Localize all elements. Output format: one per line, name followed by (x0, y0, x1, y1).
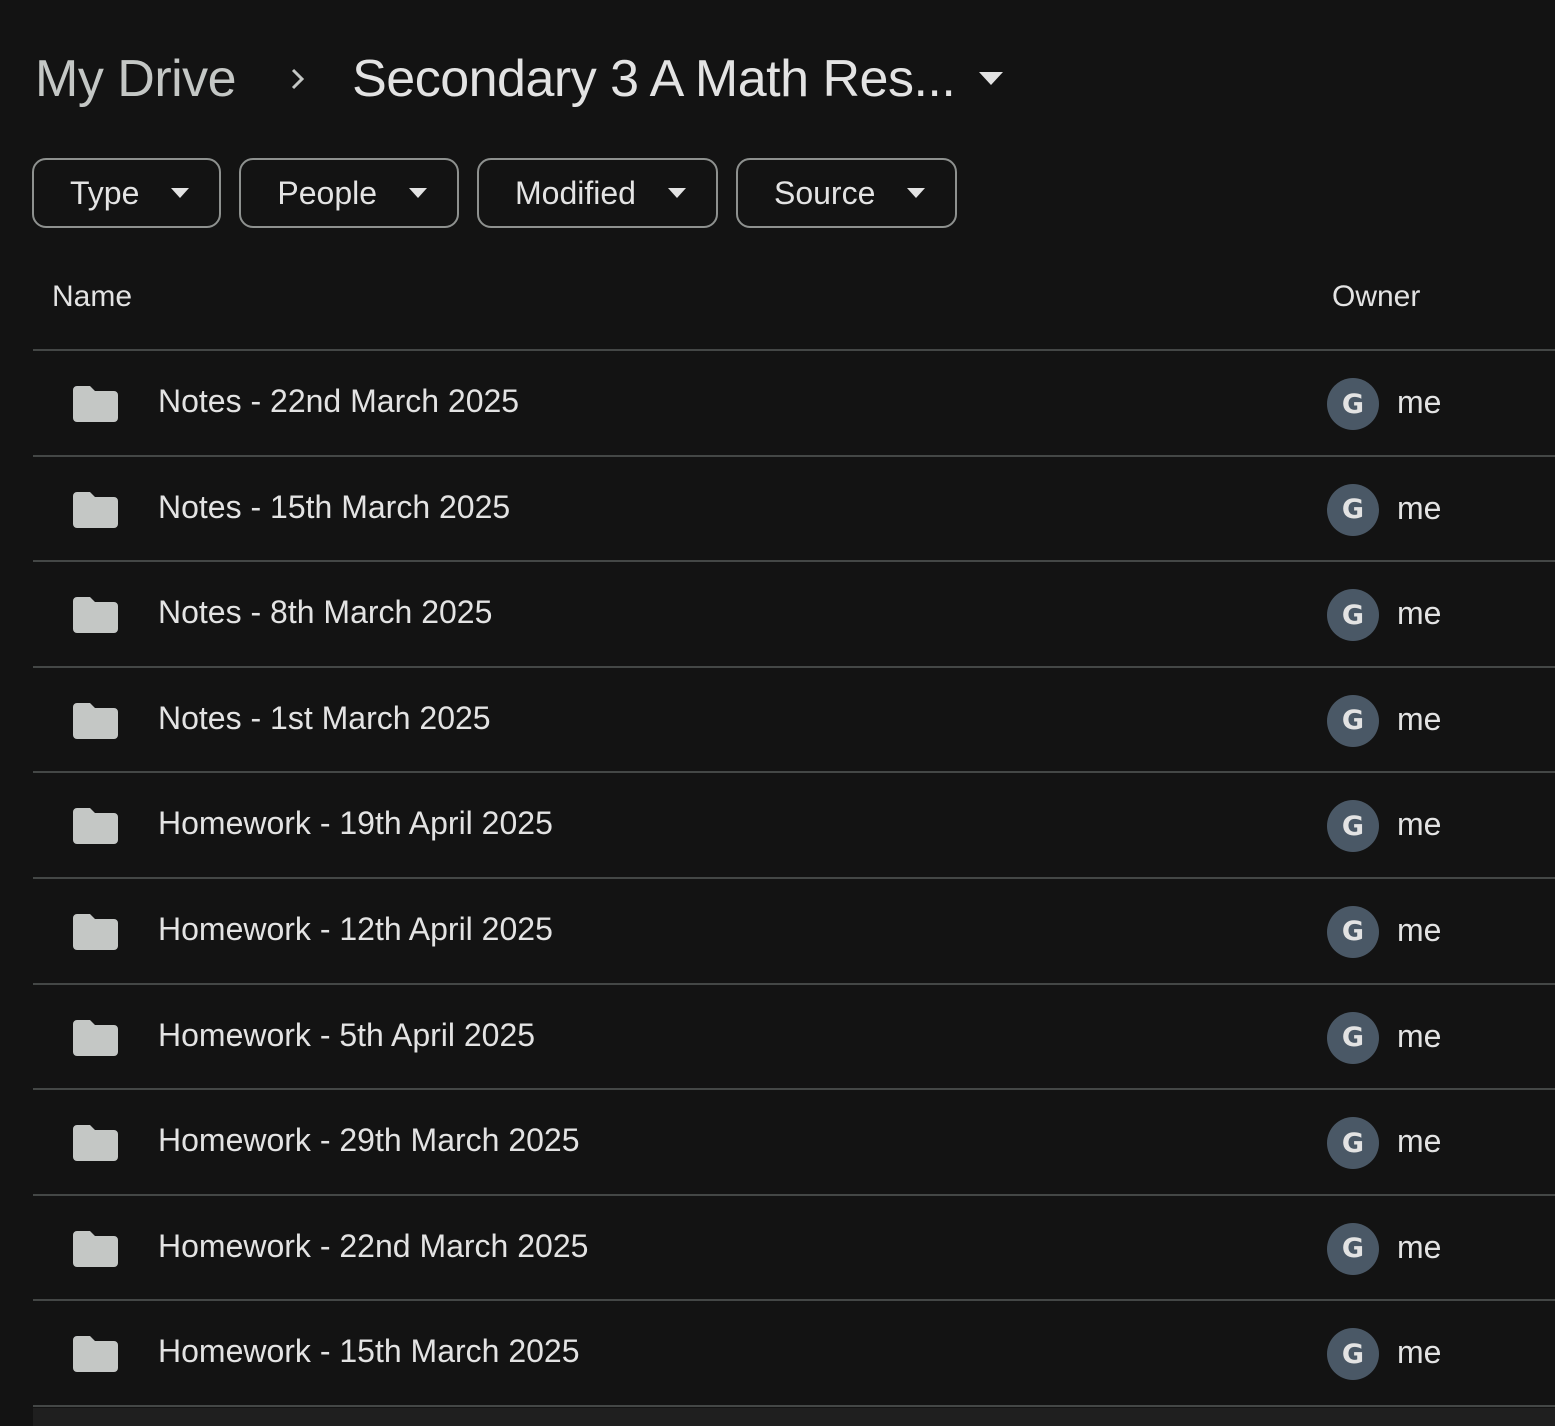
folder-icon (73, 1230, 118, 1267)
file-list-header: Name Owner (33, 262, 1555, 351)
owner-name: me (1397, 1017, 1442, 1054)
avatar: G (1327, 1117, 1379, 1170)
breadcrumb-current-folder[interactable]: Secondary 3 A Math Res... (352, 49, 1007, 109)
file-name: Homework - 22nd March 2025 (158, 1227, 589, 1264)
filter-chip-people[interactable]: People (239, 158, 460, 228)
file-list: Notes - 22nd March 2025 G me Notes - 15t… (33, 351, 1555, 1407)
owner-name: me (1397, 489, 1442, 526)
file-name: Homework - 19th April 2025 (158, 805, 553, 842)
owner-name: me (1397, 1228, 1442, 1265)
table-row[interactable]: Notes - 15th March 2025 G me (33, 457, 1555, 563)
owner-name: me (1397, 1334, 1442, 1371)
avatar: G (1327, 1328, 1379, 1381)
avatar-letter: G (1341, 599, 1365, 631)
owner-name: me (1397, 700, 1442, 737)
file-name: Notes - 22nd March 2025 (158, 383, 520, 419)
file-name: Notes - 15th March 2025 (158, 488, 511, 525)
avatar-letter: G (1341, 1022, 1365, 1054)
filter-chip-type[interactable]: Type (32, 158, 222, 228)
owner-name: me (1397, 384, 1442, 420)
avatar-letter: G (1341, 494, 1365, 526)
avatar-letter: G (1341, 916, 1365, 948)
drive-folder-view: My Drive Secondary 3 A Math Res... Type … (0, 0, 1555, 1426)
folder-icon (73, 597, 118, 634)
avatar: G (1327, 800, 1379, 853)
avatar: G (1327, 483, 1379, 536)
avatar-letter: G (1341, 1338, 1365, 1370)
avatar: G (1327, 1011, 1379, 1064)
caret-down-icon (979, 72, 1004, 85)
filter-chip-source[interactable]: Source (735, 158, 958, 228)
folder-icon (73, 1336, 118, 1373)
filter-chip-label: Type (70, 174, 140, 211)
avatar-letter: G (1341, 810, 1365, 842)
folder-icon (73, 491, 118, 528)
filter-chip-label: People (277, 174, 378, 211)
table-row[interactable]: Homework - 29th March 2025 G me (33, 1090, 1555, 1196)
file-name: Homework - 15th March 2025 (158, 1333, 580, 1370)
chevron-right-icon (288, 68, 308, 90)
filter-chip-modified[interactable]: Modified (477, 158, 718, 228)
table-row[interactable]: Notes - 1st March 2025 G me (33, 668, 1555, 774)
owner-name: me (1397, 806, 1442, 843)
file-name: Notes - 8th March 2025 (158, 594, 493, 631)
filter-chip-label: Source (773, 174, 876, 211)
avatar: G (1327, 1222, 1379, 1275)
folder-icon (73, 1125, 118, 1162)
folder-icon (73, 1019, 118, 1056)
file-name: Homework - 12th April 2025 (158, 910, 553, 947)
owner-name: me (1397, 595, 1442, 632)
column-header-owner[interactable]: Owner (1332, 280, 1420, 314)
breadcrumb-current-label: Secondary 3 A Math Res... (352, 50, 956, 108)
avatar: G (1327, 694, 1379, 747)
folder-icon (73, 702, 118, 739)
avatar-letter: G (1341, 388, 1365, 420)
table-row[interactable]: Homework - 15th March 2025 G me (33, 1301, 1555, 1407)
table-row[interactable]: Homework - 5th April 2025 G me (33, 985, 1555, 1091)
avatar-letter: G (1341, 705, 1365, 737)
table-row[interactable]: Homework - 12th April 2025 G me (33, 879, 1555, 985)
caret-down-icon (667, 188, 686, 198)
avatar: G (1327, 905, 1379, 958)
avatar-letter: G (1341, 1127, 1365, 1159)
file-name: Homework - 5th April 2025 (158, 1016, 536, 1053)
breadcrumb-my-drive[interactable]: My Drive (33, 49, 238, 109)
owner-name: me (1397, 911, 1442, 948)
table-row[interactable]: Homework - 22nd March 2025 G me (33, 1196, 1555, 1302)
table-row[interactable]: Homework - 19th April 2025 G me (33, 773, 1555, 879)
file-name: Homework - 29th March 2025 (158, 1122, 580, 1159)
caret-down-icon (171, 188, 190, 198)
avatar: G (1327, 589, 1379, 642)
breadcrumb: My Drive Secondary 3 A Math Res... (33, 44, 1007, 114)
caret-down-icon (907, 188, 926, 198)
table-row[interactable]: Notes - 22nd March 2025 G me (33, 351, 1555, 457)
avatar-letter: G (1341, 1233, 1365, 1265)
caret-down-icon (409, 188, 428, 198)
folder-icon (73, 808, 118, 845)
filter-bar: Type People Modified Source (32, 158, 958, 228)
folder-icon (73, 913, 118, 950)
avatar: G (1327, 378, 1379, 430)
column-header-name[interactable]: Name (52, 280, 132, 314)
owner-name: me (1397, 1123, 1442, 1160)
file-name: Notes - 1st March 2025 (158, 699, 491, 736)
filter-chip-label: Modified (515, 174, 636, 211)
next-row-edge (33, 1408, 1555, 1426)
folder-icon (73, 386, 118, 422)
table-row[interactable]: Notes - 8th March 2025 G me (33, 562, 1555, 668)
